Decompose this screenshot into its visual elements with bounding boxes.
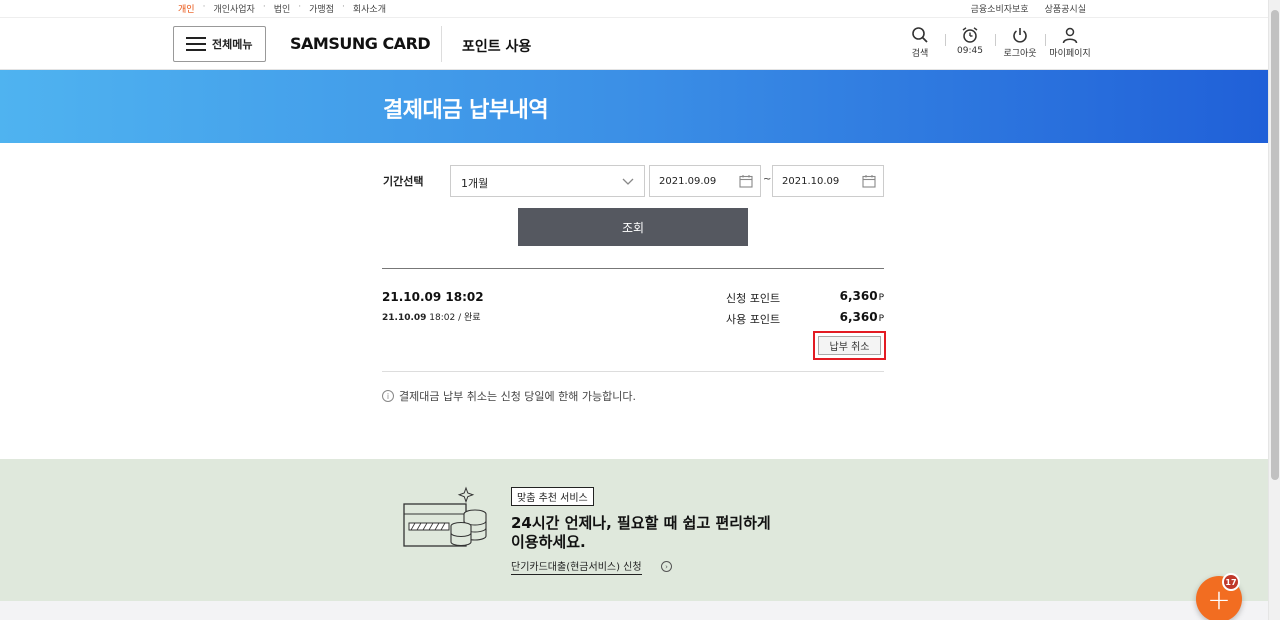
recommendation-title-line: 이용하세요. (511, 533, 586, 551)
utility-bar: 개인 · 개인사업자 · 법인 · 가맹점 · 회사소개 금융소비자보호 상품공… (0, 0, 1268, 18)
recommendation-tag: 맞춤 추천 서비스 (511, 487, 594, 506)
page-name: 포인트 사용 (462, 39, 532, 55)
user-icon (1062, 27, 1078, 44)
recommendation-title-line: 24시간 언제나, 필요할 때 쉽고 편리하게 (511, 514, 771, 532)
all-menu-button[interactable]: 전체메뉴 (173, 26, 266, 62)
result-bottom-divider (382, 371, 884, 372)
payment-status-date: 21.10.09 (382, 313, 427, 323)
nav-separator: · (342, 2, 345, 12)
search-submit-button[interactable]: 조회 (518, 208, 748, 246)
arrow-right-circle-icon[interactable]: › (661, 561, 672, 572)
recommendation-title: 24시간 언제나, 필요할 때 쉽고 편리하게 이용하세요. (511, 514, 811, 552)
period-label: 기간선택 (383, 175, 424, 188)
cash-service-apply-link[interactable]: 단기카드대출(현금서비스) 신청 (511, 558, 642, 575)
all-menu-label: 전체메뉴 (212, 38, 253, 51)
session-timer-button[interactable]: 09:45 (945, 26, 995, 59)
utility-links: 금융소비자보호 상품공시실 (971, 2, 1086, 15)
mypage-button[interactable]: 마이페이지 (1045, 26, 1095, 59)
nav-merchant[interactable]: 가맹점 (309, 2, 334, 15)
page-scrollbar[interactable] (1268, 0, 1280, 620)
end-date-value: 2021.10.09 (782, 176, 840, 187)
card-and-coins-illustration (403, 486, 487, 547)
link-consumer-protection[interactable]: 금융소비자보호 (971, 2, 1029, 15)
nav-separator: · (202, 2, 206, 12)
points-unit: P (878, 293, 884, 303)
calendar-icon[interactable] (862, 174, 876, 188)
footer-strip (0, 601, 1268, 620)
hero-banner: 결제대금 납부내역 (0, 70, 1268, 143)
alarm-clock-icon (962, 27, 978, 43)
requested-points-value: 6,360P (840, 289, 884, 303)
start-date-value: 2021.09.09 (659, 176, 717, 187)
search-icon (912, 27, 928, 43)
cancel-payment-button[interactable]: 납부 취소 (818, 336, 881, 355)
search-button[interactable]: 검색 (895, 26, 945, 59)
scrollbar-thumb[interactable] (1271, 10, 1279, 480)
power-icon (1013, 28, 1027, 43)
nav-sole-proprietor[interactable]: 개인사업자 (213, 2, 254, 15)
site-header: 전체메뉴 SAMSUNG CARD 포인트 사용 검색 09:45 로그아웃 마… (0, 18, 1268, 70)
link-product-disclosure[interactable]: 상품공시실 (1045, 2, 1086, 15)
points-unit: P (878, 314, 884, 324)
used-points-value: 6,360P (840, 310, 884, 324)
cancel-notice: i 결제대금 납부 취소는 신청 당일에 한해 가능합니다. (382, 388, 636, 404)
period-select[interactable]: 1개월 (450, 165, 645, 197)
nav-personal[interactable]: 개인 (178, 2, 195, 15)
header-actions: 검색 09:45 로그아웃 마이페이지 (895, 26, 1095, 59)
calendar-icon[interactable] (739, 174, 753, 188)
customer-type-nav: 개인 · 개인사업자 · 법인 · 가맹점 · 회사소개 (178, 2, 386, 15)
mypage-label: 마이페이지 (1049, 49, 1091, 59)
session-timer-label: 09:45 (957, 46, 983, 56)
header-divider (441, 26, 442, 62)
requested-points-amount: 6,360 (839, 289, 878, 303)
nav-company-info[interactable]: 회사소개 (353, 2, 386, 15)
requested-points-label: 신청 포인트 (726, 292, 781, 305)
search-label: 검색 (911, 49, 929, 59)
used-points-amount: 6,360 (839, 310, 878, 324)
page-title: 결제대금 납부내역 (383, 98, 549, 123)
period-select-value: 1개월 (461, 177, 489, 190)
cancel-payment-highlight: 납부 취소 (813, 331, 886, 360)
hamburger-icon (186, 37, 206, 51)
samsung-card-logo[interactable]: SAMSUNG CARD (290, 34, 431, 53)
cancel-notice-text: 결제대금 납부 취소는 신청 당일에 한해 가능합니다. (399, 390, 636, 403)
date-range-separator: ~ (763, 174, 772, 185)
payment-status-text: 18:02 / 완료 (426, 313, 481, 323)
start-date-field[interactable]: 2021.09.09 (649, 165, 761, 197)
nav-separator: · (298, 2, 302, 12)
result-top-divider (382, 268, 884, 269)
info-icon: i (382, 390, 394, 402)
nav-corporate[interactable]: 법인 (274, 2, 291, 15)
end-date-field[interactable]: 2021.10.09 (772, 165, 884, 197)
logout-button[interactable]: 로그아웃 (995, 26, 1045, 59)
logout-label: 로그아웃 (1003, 49, 1037, 59)
chevron-down-icon (622, 178, 634, 185)
payment-status-line: 21.10.09 18:02 / 완료 (382, 310, 481, 323)
notification-badge: 17 (1222, 573, 1240, 591)
used-points-label: 사용 포인트 (726, 313, 781, 326)
payment-datetime: 21.10.09 18:02 (382, 290, 484, 304)
nav-separator: · (262, 2, 266, 12)
